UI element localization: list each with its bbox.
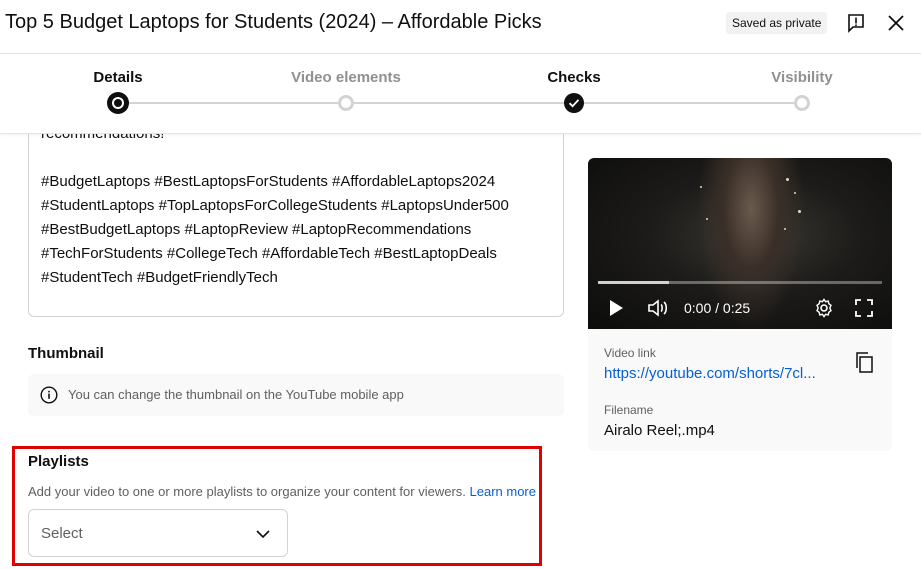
- thumbnail-heading: Thumbnail: [28, 345, 104, 362]
- feedback-icon[interactable]: [845, 12, 867, 34]
- description-textarea[interactable]: recommendations! #BudgetLaptops #BestLap…: [28, 110, 564, 317]
- step-details-label[interactable]: Details: [93, 69, 142, 86]
- stepper-track: [118, 102, 802, 104]
- video-time-readout: 0:00 / 0:25: [684, 300, 751, 316]
- thumbnail-info-text: You can change the thumbnail on the YouT…: [68, 387, 404, 402]
- saved-status-badge: Saved as private: [726, 12, 828, 34]
- video-info-panel: Video link https://youtube.com/shorts/7c…: [588, 329, 892, 451]
- playlist-select-dropdown[interactable]: Select: [28, 509, 288, 557]
- bokeh-light: [700, 186, 702, 188]
- thumbnail-info-box: You can change the thumbnail on the YouT…: [28, 374, 564, 416]
- copy-icon[interactable]: [854, 351, 874, 373]
- step-checks-checkmark-icon[interactable]: [564, 93, 584, 113]
- step-video-elements-label[interactable]: Video elements: [291, 69, 401, 86]
- bokeh-light: [706, 218, 708, 220]
- bokeh-light: [786, 178, 789, 181]
- info-icon: [40, 386, 58, 404]
- filename-value: Airalo Reel;.mp4: [604, 422, 715, 439]
- learn-more-link[interactable]: Learn more: [470, 484, 536, 499]
- step-visibility-label[interactable]: Visibility: [771, 69, 832, 86]
- settings-gear-icon[interactable]: [814, 298, 834, 318]
- playlists-description: Add your video to one or more playlists …: [28, 484, 536, 499]
- video-link-label: Video link: [604, 346, 656, 360]
- fullscreen-icon[interactable]: [855, 299, 873, 317]
- video-preview-player[interactable]: 0:00 / 0:25: [588, 158, 892, 329]
- step-details-current-icon[interactable]: [107, 92, 129, 114]
- video-link[interactable]: https://youtube.com/shorts/7cl...: [604, 365, 828, 382]
- upload-stepper: Details Video elements Checks Visibility: [0, 54, 921, 134]
- description-text[interactable]: recommendations! #BudgetLaptops #BestLap…: [41, 122, 551, 290]
- bokeh-light: [798, 210, 801, 213]
- dialog-header: Top 5 Budget Laptops for Students (2024)…: [0, 0, 921, 54]
- video-title: Top 5 Budget Laptops for Students (2024)…: [5, 11, 542, 33]
- play-icon[interactable]: [608, 299, 624, 317]
- chevron-down-icon: [256, 530, 270, 539]
- playlist-select-label: Select: [41, 525, 83, 542]
- step-checks-label[interactable]: Checks: [547, 69, 600, 86]
- step-video-elements-dot-icon[interactable]: [338, 95, 354, 111]
- playlists-description-text: Add your video to one or more playlists …: [28, 484, 466, 499]
- video-progress-fill: [598, 281, 669, 284]
- filename-label: Filename: [604, 403, 654, 417]
- volume-icon[interactable]: [647, 298, 669, 318]
- playlists-heading: Playlists: [28, 453, 89, 470]
- video-progress-bar[interactable]: [598, 281, 882, 284]
- bokeh-light: [784, 228, 786, 230]
- bokeh-light: [794, 192, 796, 194]
- close-icon[interactable]: [885, 12, 907, 34]
- step-visibility-dot-icon[interactable]: [794, 95, 810, 111]
